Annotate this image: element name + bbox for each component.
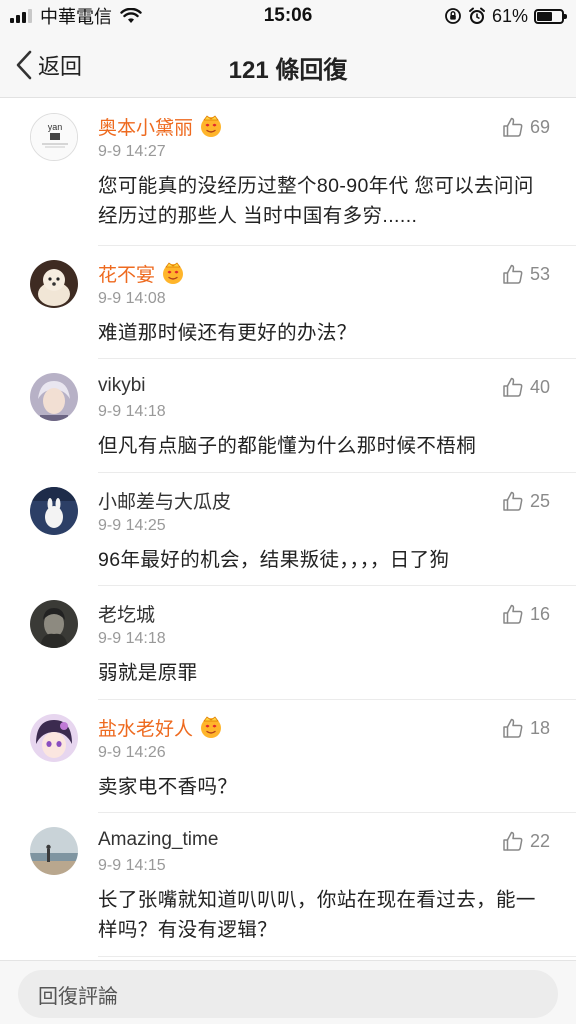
like-button[interactable]: 18 xyxy=(502,716,550,740)
reply-bar: 回復評論 xyxy=(0,960,576,1024)
alarm-icon xyxy=(468,7,485,24)
comment-text: 卖家电不香吗？ xyxy=(98,776,238,798)
status-right: 61% xyxy=(444,5,567,26)
comment-item[interactable]: Amazing_time 9-9 14:15 22 长了张嘴就知道叭叭叭，你站在… xyxy=(0,813,576,957)
comment-time: 9-9 14:15 xyxy=(98,857,166,874)
avatar-image xyxy=(30,373,78,421)
username[interactable]: 老圪城 xyxy=(98,600,155,627)
comment-item[interactable]: yan 奥本小黛丽 9-9 14:27 69 您可能真的没经历过整个80-90年… xyxy=(0,99,576,246)
like-count: 53 xyxy=(529,263,550,284)
battery-percent: 61% xyxy=(491,5,528,26)
comment-time: 9-9 14:27 xyxy=(98,143,166,160)
comment-time: 9-9 14:25 xyxy=(98,517,166,534)
comment-text: 难道那时候还有更好的办法？ xyxy=(98,322,357,344)
comment-item[interactable]: 花不宴 9-9 14:08 53 难道那时候还有更好的办法？ xyxy=(0,246,576,359)
like-button[interactable]: 40 xyxy=(502,375,550,399)
username[interactable]: 奥本小黛丽 xyxy=(98,113,193,140)
comment-text: 但凡有点脑子的都能懂为什么那时候不梧桐 xyxy=(98,435,477,457)
vip-crown-badge-icon xyxy=(201,115,222,137)
avatar[interactable]: yan xyxy=(30,113,78,161)
avatar-image xyxy=(30,714,78,762)
comment-text: 长了张嘴就知道叭叭叭，你站在现在看过去，能一样吗？有没有逻辑？ xyxy=(98,889,536,941)
comment-item[interactable]: vikybi 9-9 14:18 40 但凡有点脑子的都能懂为什么那时候不梧桐 xyxy=(0,359,576,473)
comment-item[interactable]: 老圪城 9-9 14:18 16 弱就是原罪 xyxy=(0,586,576,700)
thumbs-up-icon xyxy=(503,117,523,137)
status-bar: 中華電信 15:06 61% xyxy=(0,0,576,32)
orientation-lock-icon xyxy=(445,8,461,24)
avatar-image xyxy=(30,827,78,875)
username[interactable]: vikybi xyxy=(98,375,146,397)
like-count: 25 xyxy=(529,490,550,511)
vip-crown-badge-icon xyxy=(201,716,222,738)
thumbs-up-icon xyxy=(503,831,523,851)
battery-icon xyxy=(534,8,567,24)
page-title: 121 條回復 xyxy=(228,57,348,84)
avatar-image xyxy=(30,600,78,648)
username[interactable]: 盐水老好人 xyxy=(98,714,193,741)
reply-comment-input[interactable]: 回復評論 xyxy=(18,970,558,1018)
thumbs-up-icon xyxy=(503,491,523,511)
thumbs-up-icon xyxy=(503,604,523,624)
avatar-image: yan xyxy=(31,114,77,160)
user-row: 盐水老好人 xyxy=(98,714,223,740)
avatar[interactable] xyxy=(30,714,78,762)
like-button[interactable]: 69 xyxy=(502,115,550,139)
comment-text: 96年最好的机会，结果叛徒，，，，日了狗 xyxy=(98,549,450,571)
comment-time: 9-9 14:26 xyxy=(98,744,166,761)
battery-level xyxy=(537,11,552,21)
user-row: 奥本小黛丽 xyxy=(98,113,223,139)
user-row: 老圪城 xyxy=(98,600,155,626)
avatar[interactable] xyxy=(30,827,78,875)
like-count: 16 xyxy=(529,603,550,624)
comment-text: 您可能真的没经历过整个80-90年代 您可以去问问经历过的那些人 当时中国有多穷… xyxy=(98,175,534,227)
comment-time: 9-9 14:08 xyxy=(98,290,166,307)
vip-crown-badge-icon xyxy=(163,262,184,284)
like-count: 18 xyxy=(529,717,550,738)
username[interactable]: 小邮差与大瓜皮 xyxy=(98,487,231,514)
like-count: 40 xyxy=(529,376,550,397)
avatar[interactable] xyxy=(30,373,78,421)
comment-time: 9-9 14:18 xyxy=(98,403,166,420)
thumbs-up-icon xyxy=(503,377,523,397)
user-row: vikybi xyxy=(98,373,146,399)
comment-text: 弱就是原罪 xyxy=(98,662,198,684)
user-row: 小邮差与大瓜皮 xyxy=(98,487,231,513)
avatar[interactable] xyxy=(30,600,78,648)
thumbs-up-icon xyxy=(503,264,523,284)
user-row: 花不宴 xyxy=(98,260,185,286)
comment-time: 9-9 14:18 xyxy=(98,630,166,647)
avatar[interactable] xyxy=(30,487,78,535)
nav-bar: 返回 121 條回復 xyxy=(0,32,576,98)
like-button[interactable]: 22 xyxy=(502,829,550,853)
comment-item[interactable]: 小邮差与大瓜皮 9-9 14:25 25 96年最好的机会，结果叛徒，，，，日了… xyxy=(0,473,576,586)
username[interactable]: 花不宴 xyxy=(98,260,155,287)
avatar[interactable] xyxy=(30,260,78,308)
like-button[interactable]: 16 xyxy=(502,602,550,626)
divider xyxy=(98,956,576,957)
username[interactable]: Amazing_time xyxy=(98,829,218,851)
avatar-logo-text: yan xyxy=(48,122,63,132)
like-count: 69 xyxy=(529,116,550,137)
avatar-image xyxy=(30,260,78,308)
comment-list[interactable]: yan 奥本小黛丽 9-9 14:27 69 您可能真的没经历过整个80-90年… xyxy=(0,99,576,959)
like-button[interactable]: 53 xyxy=(502,262,550,286)
like-count: 22 xyxy=(529,830,550,851)
user-row: Amazing_time xyxy=(98,827,218,853)
avatar-image xyxy=(30,487,78,535)
comment-item[interactable]: 盐水老好人 9-9 14:26 18 卖家电不香吗？ xyxy=(0,700,576,813)
like-button[interactable]: 25 xyxy=(502,489,550,513)
thumbs-up-icon xyxy=(503,718,523,738)
